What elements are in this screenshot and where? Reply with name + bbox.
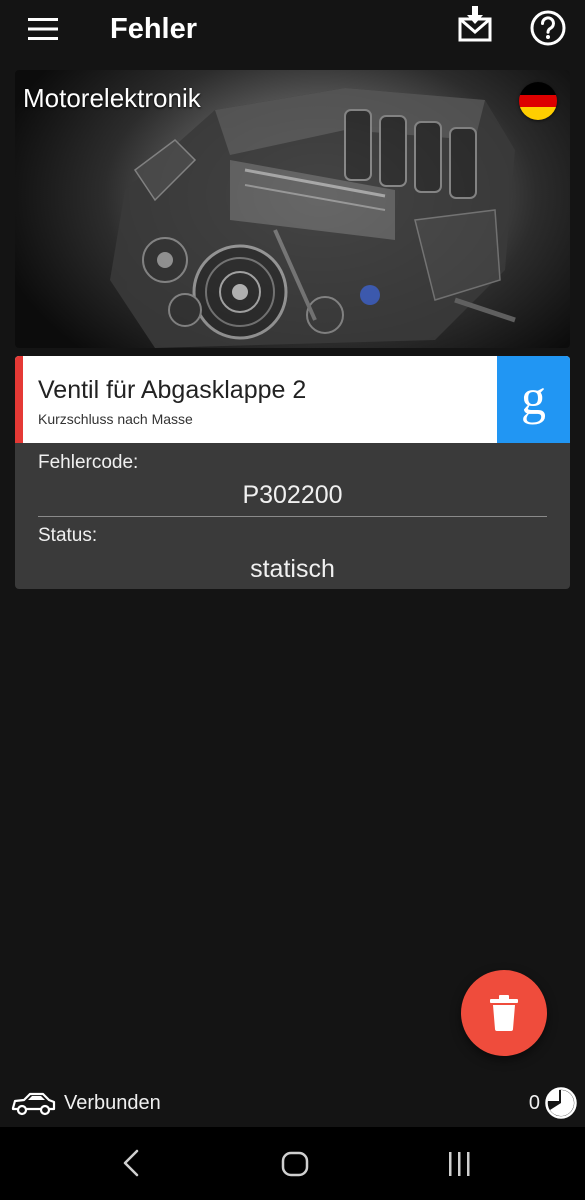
back-icon[interactable]	[116, 1147, 148, 1179]
google-search-button[interactable]: g	[497, 356, 570, 443]
status-label: Status:	[38, 525, 98, 546]
app-bar: Fehler	[0, 0, 585, 58]
connection-status-bar: Verbunden 0	[0, 1080, 585, 1126]
error-description: Kurzschluss nach Masse	[38, 411, 193, 427]
severity-indicator	[15, 356, 23, 443]
help-circle-icon	[530, 10, 566, 46]
control-unit-card[interactable]: Motorelektronik	[15, 70, 570, 348]
export-button[interactable]	[454, 4, 496, 46]
error-code-label: Fehlercode:	[38, 452, 139, 473]
menu-icon	[28, 18, 58, 40]
menu-button[interactable]	[22, 12, 64, 46]
error-title: Ventil für Abgasklappe 2	[38, 376, 307, 404]
connection-status-text: Verbunden	[64, 1092, 161, 1114]
error-card: Ventil für Abgasklappe 2 Kurzschluss nac…	[15, 356, 570, 589]
home-icon[interactable]	[278, 1147, 312, 1181]
error-detail-screen: Fehler Motorelektronik Ventil für Abgask…	[0, 0, 585, 1200]
trash-icon	[490, 995, 518, 1031]
recent-apps-icon[interactable]	[442, 1147, 476, 1181]
car-icon	[11, 1092, 56, 1116]
status-value: statisch	[250, 555, 335, 583]
error-code-value: P302200	[242, 481, 343, 509]
control-unit-name: Motorelektronik	[23, 83, 201, 113]
help-button[interactable]	[528, 8, 568, 48]
google-g-icon: g	[521, 368, 546, 425]
error-count: 0	[528, 1092, 540, 1114]
divider	[38, 516, 547, 517]
page-title: Fehler	[110, 13, 198, 45]
delete-button[interactable]	[461, 970, 547, 1056]
pie-chart-icon[interactable]	[544, 1086, 578, 1120]
error-header: Ventil für Abgasklappe 2 Kurzschluss nac…	[15, 356, 570, 443]
download-mail-icon	[458, 6, 492, 42]
system-navigation-bar	[0, 1127, 585, 1200]
germany-flag-icon[interactable]	[519, 82, 557, 120]
